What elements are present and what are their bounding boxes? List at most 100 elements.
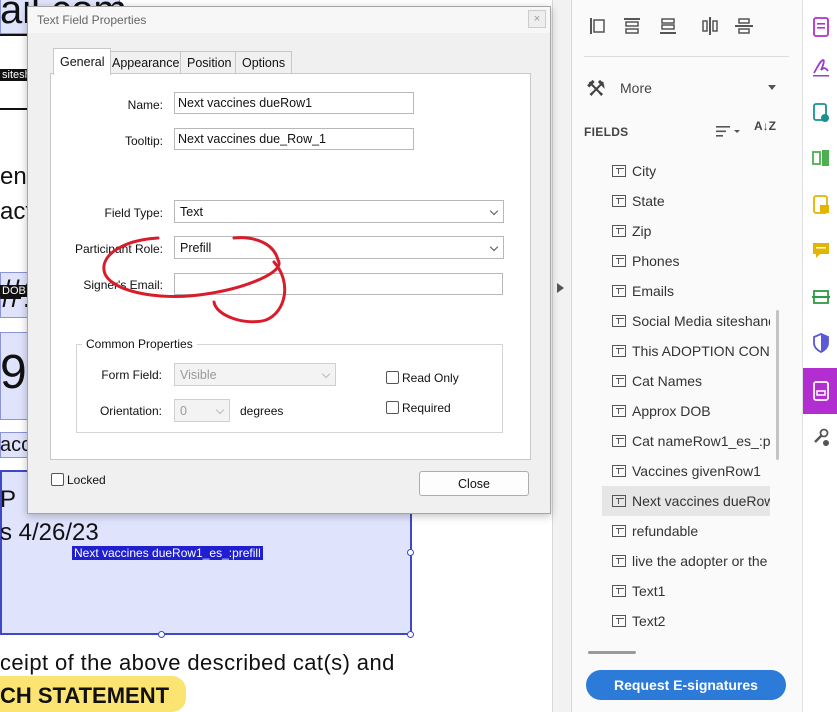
locked-label[interactable]: Locked [67, 473, 106, 487]
close-button[interactable]: Close [419, 471, 529, 496]
close-icon[interactable]: × [528, 10, 546, 28]
fields-scrollbar[interactable] [776, 310, 779, 460]
collapse-pane-arrow-icon[interactable] [557, 283, 564, 293]
tab-options[interactable]: Options [235, 51, 293, 74]
fields-horizontal-scrollbar[interactable] [588, 651, 636, 654]
field-type-select[interactable]: Text [174, 200, 504, 223]
protect-shield-icon[interactable] [811, 332, 831, 354]
tooltip-label: Tooltip: [124, 134, 163, 148]
field-list-item[interactable]: Cat Names [602, 366, 770, 396]
prepare-form-pane: ⚒ More FIELDS A↓Z City State Zip Phones Emai… [572, 0, 802, 712]
participant-role-select[interactable]: Prefill [174, 236, 504, 259]
degrees-label: degrees [240, 404, 284, 418]
tab-general[interactable]: General [53, 48, 112, 75]
sort-order-icon[interactable] [716, 123, 742, 139]
align-left-icon[interactable] [588, 16, 608, 36]
field-list-item[interactable]: State [602, 186, 770, 216]
form-field-value: Visible [180, 368, 217, 382]
organize-pages-icon[interactable] [811, 148, 831, 170]
field-list-item[interactable]: Vaccines givenRow1 [602, 456, 770, 486]
form-field-select[interactable]: Visible [174, 363, 336, 386]
prepare-form-icon[interactable] [811, 380, 831, 402]
more-menu-label[interactable]: More [620, 80, 652, 96]
field-list-item[interactable]: Emails [602, 276, 770, 306]
dialog-titlebar[interactable]: Text Field Properties × [28, 7, 550, 33]
center-vertical-icon[interactable] [734, 16, 754, 36]
text-field-icon [612, 225, 626, 237]
field-list-item-label: Cat nameRow1_es_:pre [632, 433, 770, 449]
field-list-item[interactable]: Social Media siteshand [602, 306, 770, 336]
fields-heading: FIELDS [584, 125, 629, 139]
locked-checkbox[interactable] [51, 473, 64, 486]
field-list-item[interactable]: This ADOPTION CONT [602, 336, 770, 366]
scan-ocr-icon[interactable] [811, 286, 831, 308]
field-type-label: Field Type: [104, 206, 163, 220]
name-field[interactable]: Next vaccines dueRow1 [174, 92, 414, 114]
common-properties-group [76, 344, 503, 433]
text-field-icon [612, 555, 626, 567]
request-esignatures-button[interactable]: Request E-signatures [586, 670, 786, 700]
field-list-item[interactable]: Phones [602, 246, 770, 276]
orientation-value: 0 [180, 404, 187, 418]
field-list-item-label: refundable [632, 523, 699, 539]
required-label[interactable]: Required [402, 401, 451, 415]
align-bottom-icon[interactable] [658, 16, 678, 36]
field-list-item[interactable]: Text1 [602, 576, 770, 606]
read-only-checkbox[interactable] [386, 371, 399, 384]
signer-email-label: Signer's Email: [83, 278, 163, 292]
doc-text-statement: CH STATEMENT [0, 683, 170, 708]
text-field-icon [612, 315, 626, 327]
tooltip-field[interactable]: Next vaccines due_Row_1 [174, 128, 414, 150]
text-field-icon [612, 465, 626, 477]
resize-handle-right-mid[interactable] [407, 549, 414, 556]
doc-text-en: en [0, 163, 27, 190]
sort-alpha-icon[interactable]: A↓Z [754, 120, 776, 132]
align-top-icon[interactable] [622, 16, 642, 36]
resize-handle-right-bottom[interactable] [407, 631, 414, 638]
signer-email-field[interactable] [174, 273, 503, 295]
field-list-item-label: This ADOPTION CONT [632, 343, 770, 359]
field-list-item-label: Next vaccines dueRow [632, 493, 770, 509]
resize-handle-bottom-mid[interactable] [158, 631, 165, 638]
name-label: Name: [127, 98, 163, 112]
doc-text-receipt: ceipt of the above described cat(s) and [0, 650, 395, 675]
required-checkbox[interactable] [386, 401, 399, 414]
text-field-properties-dialog: Text Field Properties × General Appearan… [27, 6, 551, 514]
field-list-item[interactable]: Approx DOB [602, 396, 770, 426]
field-list-item-label: live the adopter or the [632, 553, 768, 569]
field-list-item-label: Phones [632, 253, 680, 269]
tab-appearance[interactable]: Appearance [105, 51, 187, 74]
orientation-label: Orientation: [99, 404, 162, 418]
send-pdf-icon[interactable] [811, 102, 831, 124]
text-field-icon [612, 495, 626, 507]
comment-icon[interactable] [811, 240, 831, 262]
field-list-item-label: City [632, 163, 657, 179]
read-only-label[interactable]: Read Only [402, 371, 459, 385]
comment-page-icon[interactable] [811, 194, 831, 216]
text-field-icon [612, 375, 626, 387]
field-list-item[interactable]: Cat nameRow1_es_:pre [602, 426, 770, 456]
fill-sign-icon[interactable] [811, 56, 831, 78]
center-horizontal-icon[interactable] [700, 16, 720, 36]
field-list-item[interactable]: Zip [602, 216, 770, 246]
orientation-select[interactable]: 0 [174, 399, 230, 422]
field-list-item[interactable]: refundable [602, 516, 770, 546]
tab-position[interactable]: Position [180, 51, 239, 74]
field-list-item[interactable]: live the adopter or the [602, 546, 770, 576]
field-list-item-label: State [632, 193, 665, 209]
field-list-item-label: Text2 [632, 613, 666, 629]
doc-text-p: P [0, 486, 17, 513]
pane-divider[interactable] [552, 0, 572, 712]
more-tools-wrench-icon[interactable] [811, 426, 831, 448]
selected-field-tag: Next vaccines dueRow1_es_:prefill [72, 546, 263, 560]
field-list-item[interactable]: City [602, 156, 770, 186]
chevron-down-icon [489, 242, 499, 252]
doc-text-date: s 4/26/23 [0, 519, 99, 546]
field-list-item[interactable]: Next vaccines dueRow [602, 486, 770, 516]
text-field-icon [612, 345, 626, 357]
field-list-item[interactable]: Text2 [602, 606, 770, 636]
chevron-down-icon[interactable] [768, 85, 776, 90]
tools-icon[interactable]: ⚒ [586, 76, 606, 102]
field-list-item-label: Emails [632, 283, 675, 299]
export-pdf-icon[interactable] [811, 16, 831, 38]
